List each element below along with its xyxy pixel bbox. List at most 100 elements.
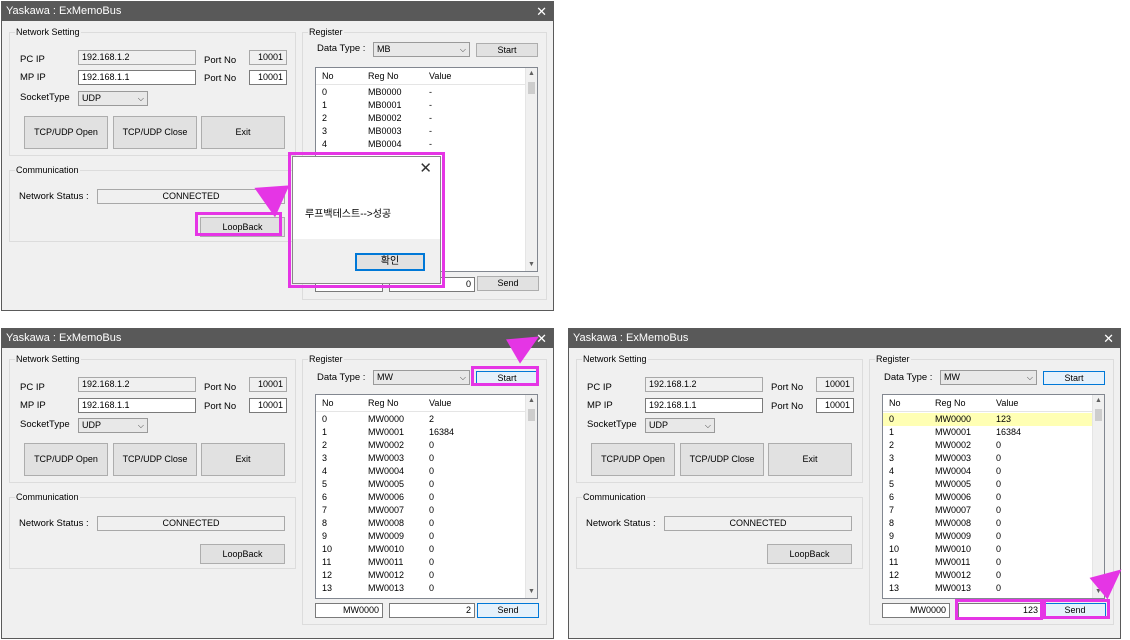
table-row[interactable]: 11 MW0011 0 xyxy=(316,556,525,569)
row-no: 7 xyxy=(322,505,328,515)
table-row[interactable]: 3 MW0003 0 xyxy=(316,452,525,465)
table-row[interactable]: 2 MB0002 - xyxy=(316,112,525,125)
table-row[interactable]: 4 MW0004 0 xyxy=(883,465,1092,478)
send-button[interactable]: Send xyxy=(477,276,539,291)
table-row[interactable]: 2 MW0002 0 xyxy=(883,439,1092,452)
start-button[interactable]: Start xyxy=(476,43,538,57)
scroll-thumb[interactable] xyxy=(528,82,535,94)
table-row[interactable]: 8 MW0008 0 xyxy=(883,517,1092,530)
close-icon[interactable]: ✕ xyxy=(1103,329,1114,348)
tcp-udp-open-button[interactable]: TCP/UDP Open xyxy=(591,443,675,476)
pc-port-field: 10001 xyxy=(816,377,854,392)
list-rows: 0 MB0000 - 1 MB0001 - 2 MB0002 - 3 MB0003 - 4 MB0004 - xyxy=(316,86,525,151)
title-bar: Yaskawa : ExMemoBus ✕ xyxy=(569,329,1120,348)
tcp-udp-close-button[interactable]: TCP/UDP Close xyxy=(113,443,197,476)
table-row[interactable]: 0 MW0000 123 xyxy=(883,413,1092,426)
mp-port-input[interactable]: 10001 xyxy=(249,70,287,85)
table-row[interactable]: 10 MW0010 0 xyxy=(883,543,1092,556)
exit-button[interactable]: Exit xyxy=(768,443,852,476)
mp-port-input[interactable]: 10001 xyxy=(249,398,287,413)
table-row[interactable]: 0 MW0000 2 xyxy=(316,413,525,426)
scroll-down-icon[interactable]: ▼ xyxy=(526,259,537,271)
table-row[interactable]: 4 MB0004 - xyxy=(316,138,525,151)
close-icon[interactable]: ✕ xyxy=(536,2,547,21)
table-row[interactable]: 0 MB0000 - xyxy=(316,86,525,99)
table-row[interactable]: 2 MW0002 0 xyxy=(316,439,525,452)
scroll-down-icon[interactable]: ▼ xyxy=(526,586,537,598)
window-title: Yaskawa : ExMemoBus xyxy=(6,332,122,344)
row-value: 0 xyxy=(996,466,1002,476)
row-value: 0 xyxy=(996,479,1002,489)
register-list[interactable]: No Reg No Value 0 MW0000 2 1 MW0001 16384 2 MW0… xyxy=(315,394,538,599)
table-row[interactable]: 1 MW0001 16384 xyxy=(883,426,1092,439)
scroll-up-icon[interactable]: ▲ xyxy=(526,68,537,80)
mp-port-input[interactable]: 10001 xyxy=(816,398,854,413)
scrollbar[interactable]: ▲ ▼ xyxy=(525,395,537,598)
tcp-udp-open-button[interactable]: TCP/UDP Open xyxy=(24,116,108,149)
table-row[interactable]: 3 MW0003 0 xyxy=(883,452,1092,465)
scroll-up-icon[interactable]: ▲ xyxy=(526,395,537,407)
exit-button[interactable]: Exit xyxy=(201,443,285,476)
scroll-thumb[interactable] xyxy=(1095,409,1102,421)
table-row[interactable]: 10 MW0010 0 xyxy=(316,543,525,556)
register-list[interactable]: No Reg No Value 0 MW0000 123 1 MW0001 16384 2 M… xyxy=(882,394,1105,599)
socket-type-select[interactable]: UDP ⌵ xyxy=(78,418,148,433)
mp-ip-input[interactable]: 192.168.1.1 xyxy=(645,398,763,413)
row-no: 9 xyxy=(322,531,328,541)
row-no: 12 xyxy=(889,570,900,580)
mp-ip-input[interactable]: 192.168.1.1 xyxy=(78,398,196,413)
loopback-button[interactable]: LoopBack xyxy=(200,544,285,564)
table-row[interactable]: 6 MW0006 0 xyxy=(883,491,1092,504)
mp-ip-label: MP IP xyxy=(587,400,613,411)
exit-button[interactable]: Exit xyxy=(201,116,285,149)
register-address-input[interactable]: MW0000 xyxy=(882,603,950,618)
chevron-down-icon: ⌵ xyxy=(137,421,144,430)
socket-type-select[interactable]: UDP ⌵ xyxy=(78,91,148,106)
socket-type-value: UDP xyxy=(82,420,102,430)
col-reg-no: Reg No xyxy=(368,398,399,408)
table-row[interactable]: 9 MW0009 0 xyxy=(883,530,1092,543)
tcp-udp-open-button[interactable]: TCP/UDP Open xyxy=(24,443,108,476)
register-address-input[interactable]: MW0000 xyxy=(315,603,383,618)
send-button[interactable]: Send xyxy=(477,603,539,618)
register-value-input[interactable]: 2 xyxy=(389,603,475,618)
table-row[interactable]: 9 MW0009 0 xyxy=(316,530,525,543)
table-row[interactable]: 8 MW0008 0 xyxy=(316,517,525,530)
highlight-dialog xyxy=(288,152,445,288)
mp-ip-label: MP IP xyxy=(20,400,46,411)
scroll-thumb[interactable] xyxy=(528,409,535,421)
loopback-button[interactable]: LoopBack xyxy=(767,544,852,564)
table-row[interactable]: 11 MW0011 0 xyxy=(883,556,1092,569)
pc-ip-label: PC IP xyxy=(20,54,45,65)
table-row[interactable]: 7 MW0007 0 xyxy=(316,504,525,517)
row-reg-no: MW0000 xyxy=(368,414,405,424)
table-row[interactable]: 4 MW0004 0 xyxy=(316,465,525,478)
data-type-select[interactable]: MW ⌵ xyxy=(373,370,470,385)
data-type-select[interactable]: MB ⌵ xyxy=(373,42,470,57)
data-type-select[interactable]: MW ⌵ xyxy=(940,370,1037,385)
start-button[interactable]: Start xyxy=(1043,371,1105,385)
table-row[interactable]: 5 MW0005 0 xyxy=(316,478,525,491)
table-row[interactable]: 7 MW0007 0 xyxy=(883,504,1092,517)
row-reg-no: MW0004 xyxy=(935,466,972,476)
table-row[interactable]: 6 MW0006 0 xyxy=(316,491,525,504)
row-reg-no: MW0004 xyxy=(368,466,405,476)
tcp-udp-close-button[interactable]: TCP/UDP Close xyxy=(113,116,197,149)
network-status-field: CONNECTED xyxy=(664,516,852,531)
table-row[interactable]: 13 MW0013 0 xyxy=(883,582,1092,595)
scroll-up-icon[interactable]: ▲ xyxy=(1093,395,1104,407)
mp-ip-input[interactable]: 192.168.1.1 xyxy=(78,70,196,85)
row-value: 0 xyxy=(429,570,435,580)
table-row[interactable]: 1 MB0001 - xyxy=(316,99,525,112)
socket-type-select[interactable]: UDP ⌵ xyxy=(645,418,715,433)
table-row[interactable]: 13 MW0013 0 xyxy=(316,582,525,595)
table-row[interactable]: 12 MW0012 0 xyxy=(883,569,1092,582)
table-row[interactable]: 1 MW0001 16384 xyxy=(316,426,525,439)
tcp-udp-close-button[interactable]: TCP/UDP Close xyxy=(680,443,764,476)
table-row[interactable]: 5 MW0005 0 xyxy=(883,478,1092,491)
window-top: Yaskawa : ExMemoBus ✕ Network Setting PC… xyxy=(1,1,554,311)
table-row[interactable]: 3 MB0003 - xyxy=(316,125,525,138)
scrollbar[interactable]: ▲ ▼ xyxy=(525,68,537,271)
data-type-value: MW xyxy=(377,372,393,382)
table-row[interactable]: 12 MW0012 0 xyxy=(316,569,525,582)
